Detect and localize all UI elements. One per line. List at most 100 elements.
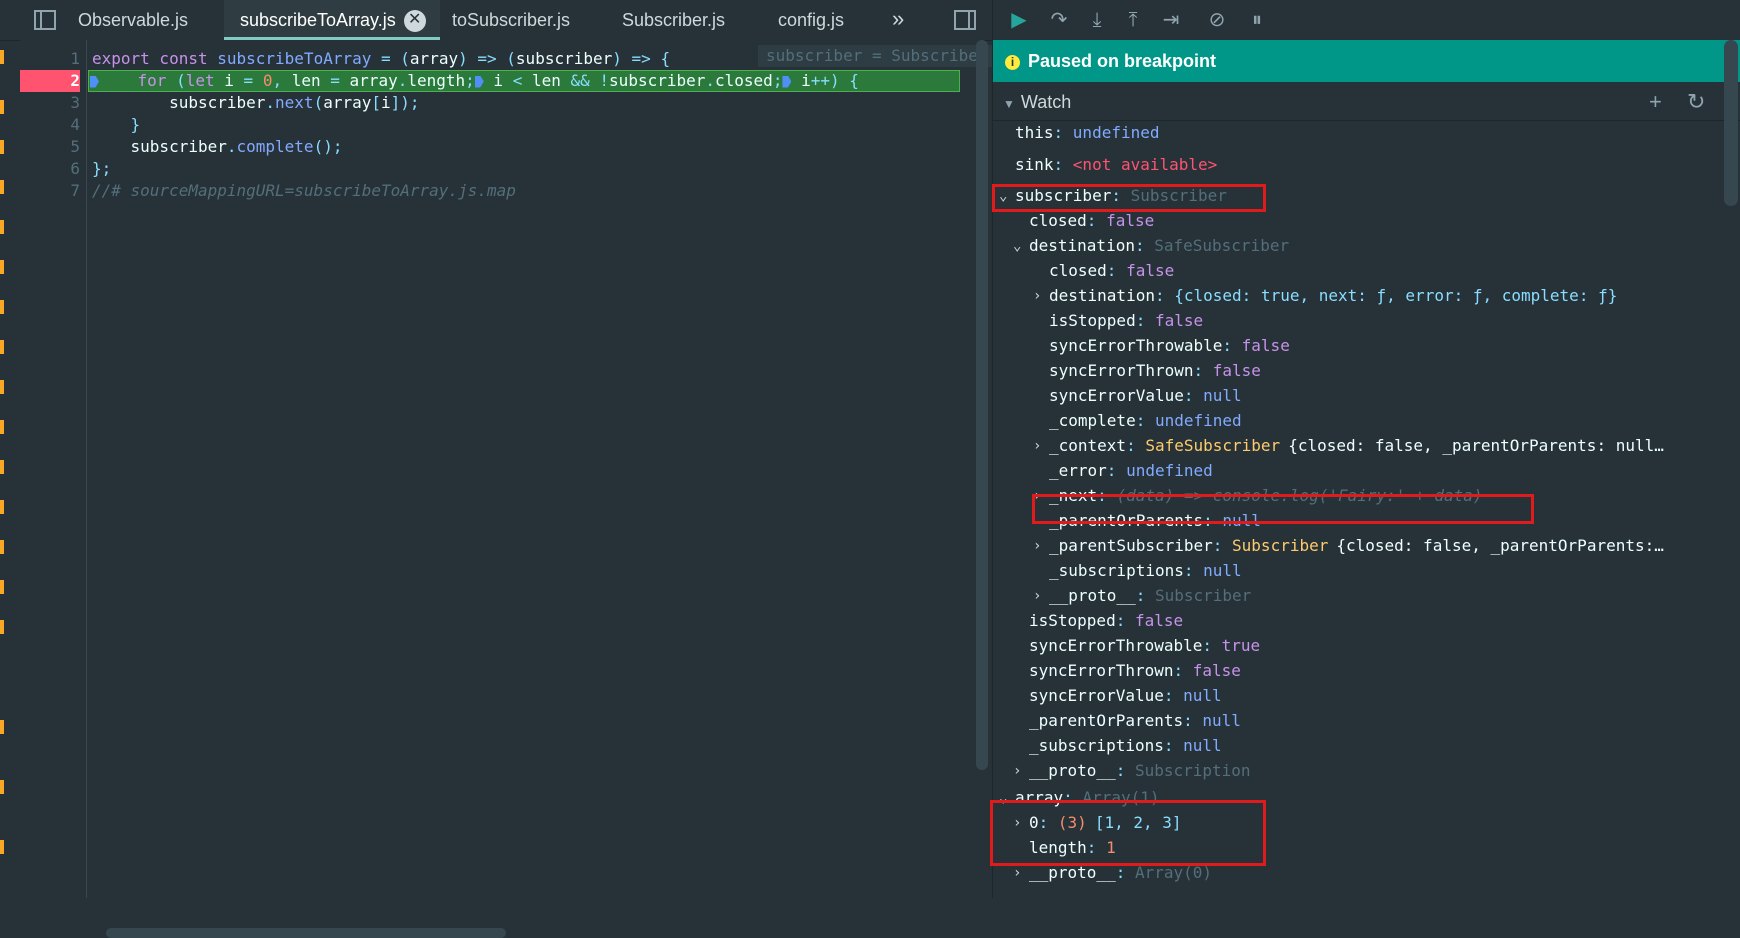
watch-row: isStopped: false bbox=[1029, 609, 1183, 633]
change-marker bbox=[0, 220, 4, 234]
line-number[interactable]: 3 bbox=[20, 92, 80, 114]
watch-key: _context bbox=[1049, 436, 1127, 455]
key-separator: : bbox=[1222, 336, 1242, 355]
key-separator: : bbox=[1193, 361, 1213, 380]
watch-value: null bbox=[1203, 386, 1242, 405]
deactivate-breakpoints-icon[interactable]: ⊘ bbox=[1203, 8, 1231, 32]
code-editor[interactable]: 1 2 3 4 5 6 7 export const subscribeToAr… bbox=[20, 40, 998, 938]
more-tabs-button[interactable]: » bbox=[892, 0, 904, 40]
annotation-box-next bbox=[1032, 494, 1534, 524]
watch-row: syncErrorValue: null bbox=[1029, 684, 1222, 708]
watch-value-preview: {closed: false, _parentOrParents: null… bbox=[1288, 436, 1664, 455]
collapsed-chevron-icon[interactable]: › bbox=[1033, 434, 1047, 458]
resume-icon[interactable]: ▶ bbox=[1005, 8, 1033, 32]
watch-vertical-scrollbar[interactable] bbox=[1724, 40, 1738, 206]
code-line-2: for (let i = 0, len = array.length; i < … bbox=[90, 70, 859, 92]
watch-row[interactable]: › _context: SafeSubscriber {closed: false,… bbox=[1033, 434, 1664, 458]
collapse-triangle-icon[interactable]: ▼ bbox=[1003, 86, 1015, 122]
step-icon[interactable]: ⇥ bbox=[1157, 8, 1185, 32]
watch-value-preview: {closed: false, _parentOrParents:… bbox=[1336, 536, 1664, 555]
watch-row: _complete: undefined bbox=[1049, 409, 1242, 433]
key-separator: : bbox=[1183, 561, 1204, 580]
tab-subscribe-to-array[interactable]: subscribeToArray.js ✕ bbox=[224, 0, 440, 40]
change-marker bbox=[0, 780, 4, 794]
watch-row: _parentOrParents: null bbox=[1029, 709, 1241, 733]
tab-to-subscriber[interactable]: toSubscriber.js bbox=[452, 0, 570, 40]
watch-key: _parentOrParents bbox=[1029, 711, 1184, 730]
key-separator: : bbox=[1154, 286, 1175, 305]
key-separator: : bbox=[1163, 686, 1184, 705]
watch-row[interactable]: › __proto__: Subscription bbox=[1013, 759, 1251, 783]
watch-row[interactable]: › __proto__: Subscriber bbox=[1033, 584, 1252, 608]
tab-config[interactable]: config.js bbox=[778, 0, 844, 40]
watch-value: <not available> bbox=[1072, 155, 1218, 174]
change-marker bbox=[0, 620, 4, 634]
watch-row: syncErrorThrowable: false bbox=[1049, 334, 1290, 358]
collapsed-chevron-icon[interactable]: › bbox=[1013, 759, 1027, 783]
watch-value: Subscription bbox=[1134, 761, 1251, 780]
change-marker bbox=[0, 260, 4, 274]
watch-value: false bbox=[1126, 261, 1175, 280]
editor-vertical-scrollbar[interactable] bbox=[976, 40, 988, 770]
tab-label: Subscriber.js bbox=[622, 10, 726, 30]
step-over-icon[interactable]: ↷ bbox=[1045, 8, 1073, 32]
watch-value: false bbox=[1192, 661, 1241, 680]
watch-key: syncErrorValue bbox=[1049, 386, 1184, 405]
collapsed-chevron-icon[interactable]: › bbox=[1033, 584, 1047, 608]
paused-banner: i Paused on breakpoint bbox=[993, 40, 1740, 82]
step-in-icon[interactable]: ⤓ bbox=[1083, 8, 1111, 32]
step-out-icon[interactable]: ⤒ bbox=[1119, 8, 1147, 32]
tab-observable[interactable]: Observable.js bbox=[78, 0, 188, 40]
key-separator: : bbox=[1183, 386, 1204, 405]
line-number[interactable]: 1 bbox=[20, 48, 80, 70]
watch-value: undefined bbox=[1154, 411, 1242, 430]
line-number[interactable]: 6 bbox=[20, 158, 80, 180]
key-separator: : bbox=[1126, 436, 1146, 455]
watch-key: closed bbox=[1049, 261, 1107, 280]
watch-row[interactable]: › destination: {closed: true, next: ƒ, er… bbox=[1033, 284, 1618, 308]
watch-value: false bbox=[1154, 311, 1204, 330]
watch-value: null bbox=[1183, 686, 1222, 705]
change-marker bbox=[0, 720, 4, 734]
collapsed-chevron-icon[interactable]: › bbox=[1033, 534, 1047, 558]
watch-section-header[interactable]: ▼ Watch + ↻ bbox=[993, 84, 1740, 121]
toggle-navigator-icon[interactable] bbox=[34, 10, 56, 30]
watch-key: _complete bbox=[1049, 411, 1136, 430]
tab-subscriber[interactable]: Subscriber.js bbox=[622, 0, 725, 40]
add-watch-icon[interactable]: + bbox=[1649, 84, 1662, 120]
toggle-debugger-icon[interactable] bbox=[954, 10, 976, 30]
line-number[interactable]: 5 bbox=[20, 136, 80, 158]
watch-value: undefined bbox=[1126, 461, 1213, 480]
pause-on-exceptions-icon[interactable]: ⏸ bbox=[1243, 8, 1271, 32]
key-separator: : bbox=[1134, 236, 1155, 255]
collapsed-chevron-icon[interactable]: › bbox=[1033, 284, 1047, 308]
watch-row: sink: <not available> bbox=[1015, 153, 1217, 177]
key-separator: : bbox=[1135, 311, 1155, 330]
watch-key: syncErrorThrowable bbox=[1029, 636, 1203, 655]
watch-row[interactable]: › _parentSubscriber: Subscriber {closed: f… bbox=[1033, 534, 1664, 558]
key-separator: : bbox=[1115, 611, 1135, 630]
key-separator: : bbox=[1106, 461, 1127, 480]
line-number[interactable]: 7 bbox=[20, 180, 80, 202]
watch-value: false bbox=[1106, 211, 1155, 230]
code-line-5: subscriber.complete(); bbox=[92, 137, 343, 156]
horizontal-scrollbar[interactable] bbox=[106, 928, 506, 938]
watch-value: {closed: true, next: ƒ, error: ƒ, comple… bbox=[1174, 286, 1618, 305]
breakpoint-line-number[interactable]: 2 bbox=[20, 70, 80, 92]
close-tab-icon[interactable]: ✕ bbox=[403, 10, 426, 33]
refresh-watch-icon[interactable]: ↻ bbox=[1687, 84, 1705, 120]
watch-row: _subscriptions: null bbox=[1029, 734, 1222, 758]
watch-key: __proto__ bbox=[1029, 761, 1116, 780]
key-separator: : bbox=[1135, 411, 1155, 430]
watch-value: Subscriber bbox=[1154, 586, 1252, 605]
tab-label: subscribeToArray.js bbox=[240, 10, 396, 30]
watch-value: true bbox=[1221, 636, 1261, 655]
line-number[interactable]: 4 bbox=[20, 114, 80, 136]
change-marker bbox=[0, 180, 4, 194]
expanded-chevron-icon[interactable]: ⌄ bbox=[1013, 234, 1027, 258]
watch-value: false bbox=[1212, 361, 1261, 380]
watch-value: undefined bbox=[1072, 123, 1160, 142]
watch-row: syncErrorThrown: false bbox=[1049, 359, 1261, 383]
change-marker bbox=[0, 300, 4, 314]
watch-row[interactable]: ⌄ destination: SafeSubscriber bbox=[1013, 234, 1289, 258]
